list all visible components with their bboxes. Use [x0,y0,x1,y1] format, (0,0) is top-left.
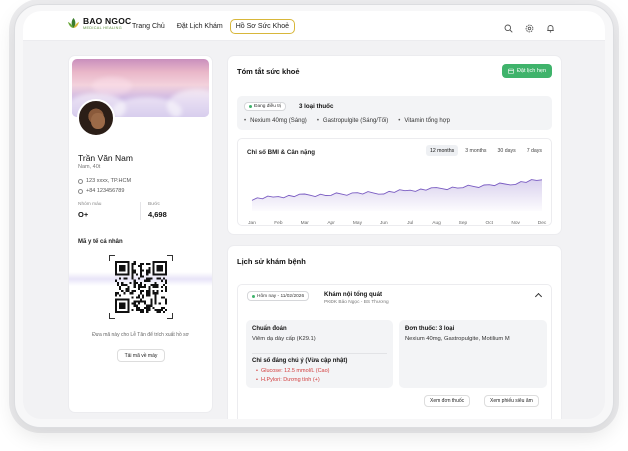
qr-code[interactable] [109,255,173,319]
avatar[interactable] [77,99,115,137]
visit-subtitle: PKĐK Bảo Ngọc - BS Thương [324,300,389,305]
gear-icon[interactable] [525,20,534,33]
status-dot-icon [249,105,252,108]
header-icons [504,20,555,33]
x-tick-label: Oct [486,220,494,226]
book-appointment-label: Đặt lịch hẹn [516,68,546,74]
x-tick-label: May [353,220,363,226]
profile-subtitle: Nam, 40t [78,164,101,170]
x-tick-label: Nov [511,220,520,226]
health-summary-card: Tóm tắt sức khoẻ Đặt lịch hẹn Đang điều … [227,55,562,235]
qr-section-title: Mã y tế cá nhân [78,239,123,245]
view-ultrasound-button[interactable]: Xem phiếu siêu âm [484,395,539,407]
diagnosis-box: Chuẩn đoán Viêm dạ dày cấp (K29.1) Chỉ s… [246,320,393,388]
diagnosis-label: Chuẩn đoán [252,326,287,332]
alert-item: H.Pylori: Dương tính (+) [256,377,320,383]
profile-name: Trần Văn Nam [78,153,133,163]
device-frame: BAO NGOC MEDICAL HEALING Trang Chủ Đặt L… [14,4,614,428]
steps-label: Bước [148,202,160,207]
x-tick-label: Jul [407,220,413,226]
nav-item-home[interactable]: Trang Chủ [127,20,170,33]
visit-date: Hôm nay - 11/02/2026 [257,293,305,299]
prescription-label: Đơn thuốc: 3 loại [405,326,455,332]
prescription-box: Đơn thuốc: 3 loại Nexium 40mg, Gastropul… [399,320,547,388]
x-tick-label: Feb [274,220,283,226]
profile-card: Trần Văn Nam Nam, 40t 123 xxxx, TP.HCM +… [68,55,213,413]
history-title: Lịch sử khám bệnh [237,257,306,266]
range-tab-3-months[interactable]: 3 months [461,145,490,156]
view-prescription-button[interactable]: Xem đơn thuốc [424,395,471,407]
treatment-status-label: Đang điều trị [254,104,282,109]
range-tab-7-days[interactable]: 7 days [523,145,546,156]
chart-range-tabs: 12 months 3 months 30 days 7 days [425,145,546,156]
stat-divider [140,202,141,220]
x-tick-label: Mar [301,220,310,226]
app-screen: BAO NGOC MEDICAL HEALING Trang Chủ Đặt L… [23,11,605,419]
visit-title: Khám nội tổng quát [324,291,383,298]
medication-list: Nexium 40mg (Sáng) Gastropulgite (Sáng/T… [244,118,450,124]
download-qr-button[interactable]: Tải mã về máy [117,349,165,362]
x-tick-label: Aug [432,220,441,226]
medication-box: Đang điều trị 3 loại thuốc Nexium 40mg (… [237,96,552,130]
brand-logo[interactable]: BAO NGOC MEDICAL HEALING [67,17,131,30]
range-tab-30-days[interactable]: 30 days [494,145,520,156]
x-tick-label: Apr [327,220,335,226]
medication-item: Gastropulgite (Sáng/Tối) [317,118,388,124]
medication-item: Nexium 40mg (Sáng) [244,118,307,124]
x-tick-label: Dec [538,220,547,226]
qr-hint-text: Đưa mã này cho Lễ Tân để trích xuất hồ s… [92,332,189,338]
blood-type-stat: Nhóm máu O+ [78,202,101,219]
brand-tagline: MEDICAL HEALING [83,25,122,30]
phone-icon [78,188,83,194]
chart-plot: Jan Feb Mar Apr May Jun Jul Aug Sep Oct Nov Dec [248,179,547,226]
blood-type-value: O+ [78,210,89,219]
visit-date-badge: Hôm nay - 11/02/2026 [247,291,310,301]
bmi-weight-chart: Chỉ số BMI & Cân nặng 12 months 3 months… [237,138,552,226]
diagnosis-divider [252,353,387,354]
x-tick-label: Jun [380,220,388,226]
book-appointment-button[interactable]: Đặt lịch hẹn [501,64,552,78]
summary-title: Tóm tắt sức khoẻ [237,67,300,76]
profile-address: 123 xxxx, TP.HCM [86,178,132,184]
treatment-status-badge: Đang điều trị [244,102,287,111]
profile-phone: +84 123456789 [86,188,125,194]
location-pin-icon [78,178,83,184]
alert-item: Glucose: 12.5 mmol/L (Cao) [256,368,330,374]
prescription-list: Nexium 40mg, Gastropulgite, Motilium M [405,336,510,342]
chevron-up-icon[interactable] [534,292,543,301]
top-header: BAO NGOC MEDICAL HEALING Trang Chủ Đặt L… [23,11,605,41]
calendar-icon [508,68,514,74]
alerts-label: Chỉ số đáng chú ý (Vừa cập nhật) [252,358,348,364]
range-tab-12-months[interactable]: 12 months [425,145,459,156]
medication-count: 3 loại thuốc [299,103,334,110]
search-icon[interactable] [504,20,513,33]
medication-item: Vitamin tổng hợp [398,118,450,124]
bell-icon[interactable] [546,20,555,33]
profile-phone-row: +84 123456789 [78,188,124,194]
brand-name: BAO NGOC [83,16,132,26]
qr-code-icon [115,261,167,313]
nav-item-health-record[interactable]: Hồ Sơ Sức Khoẻ [229,19,295,34]
chart-title: Chỉ số BMI & Cân nặng [247,149,316,156]
steps-value: 4,698 [148,210,167,219]
blood-type-label: Nhóm máu [78,202,102,207]
status-dot-icon [252,294,255,298]
lotus-logo-icon [67,17,80,30]
x-tick-label: Jan [248,220,256,226]
diagnosis-value: Viêm dạ dày cấp (K29.1) [252,336,316,342]
visit-entry: Hôm nay - 11/02/2026 Khám nội tổng quát … [237,284,552,419]
chart-area [252,179,542,211]
x-tick-label: Sep [459,220,468,226]
main-nav: Trang Chủ Đặt Lịch Khám Hồ Sơ Sức Khoẻ [127,19,297,34]
visit-history-card: Lịch sử khám bệnh Hôm nay - 11/02/2026 K… [227,245,562,419]
steps-stat: Bước 4,698 [148,202,167,219]
nav-item-booking[interactable]: Đặt Lịch Khám [172,20,228,33]
profile-address-row: 123 xxxx, TP.HCM [78,178,131,184]
